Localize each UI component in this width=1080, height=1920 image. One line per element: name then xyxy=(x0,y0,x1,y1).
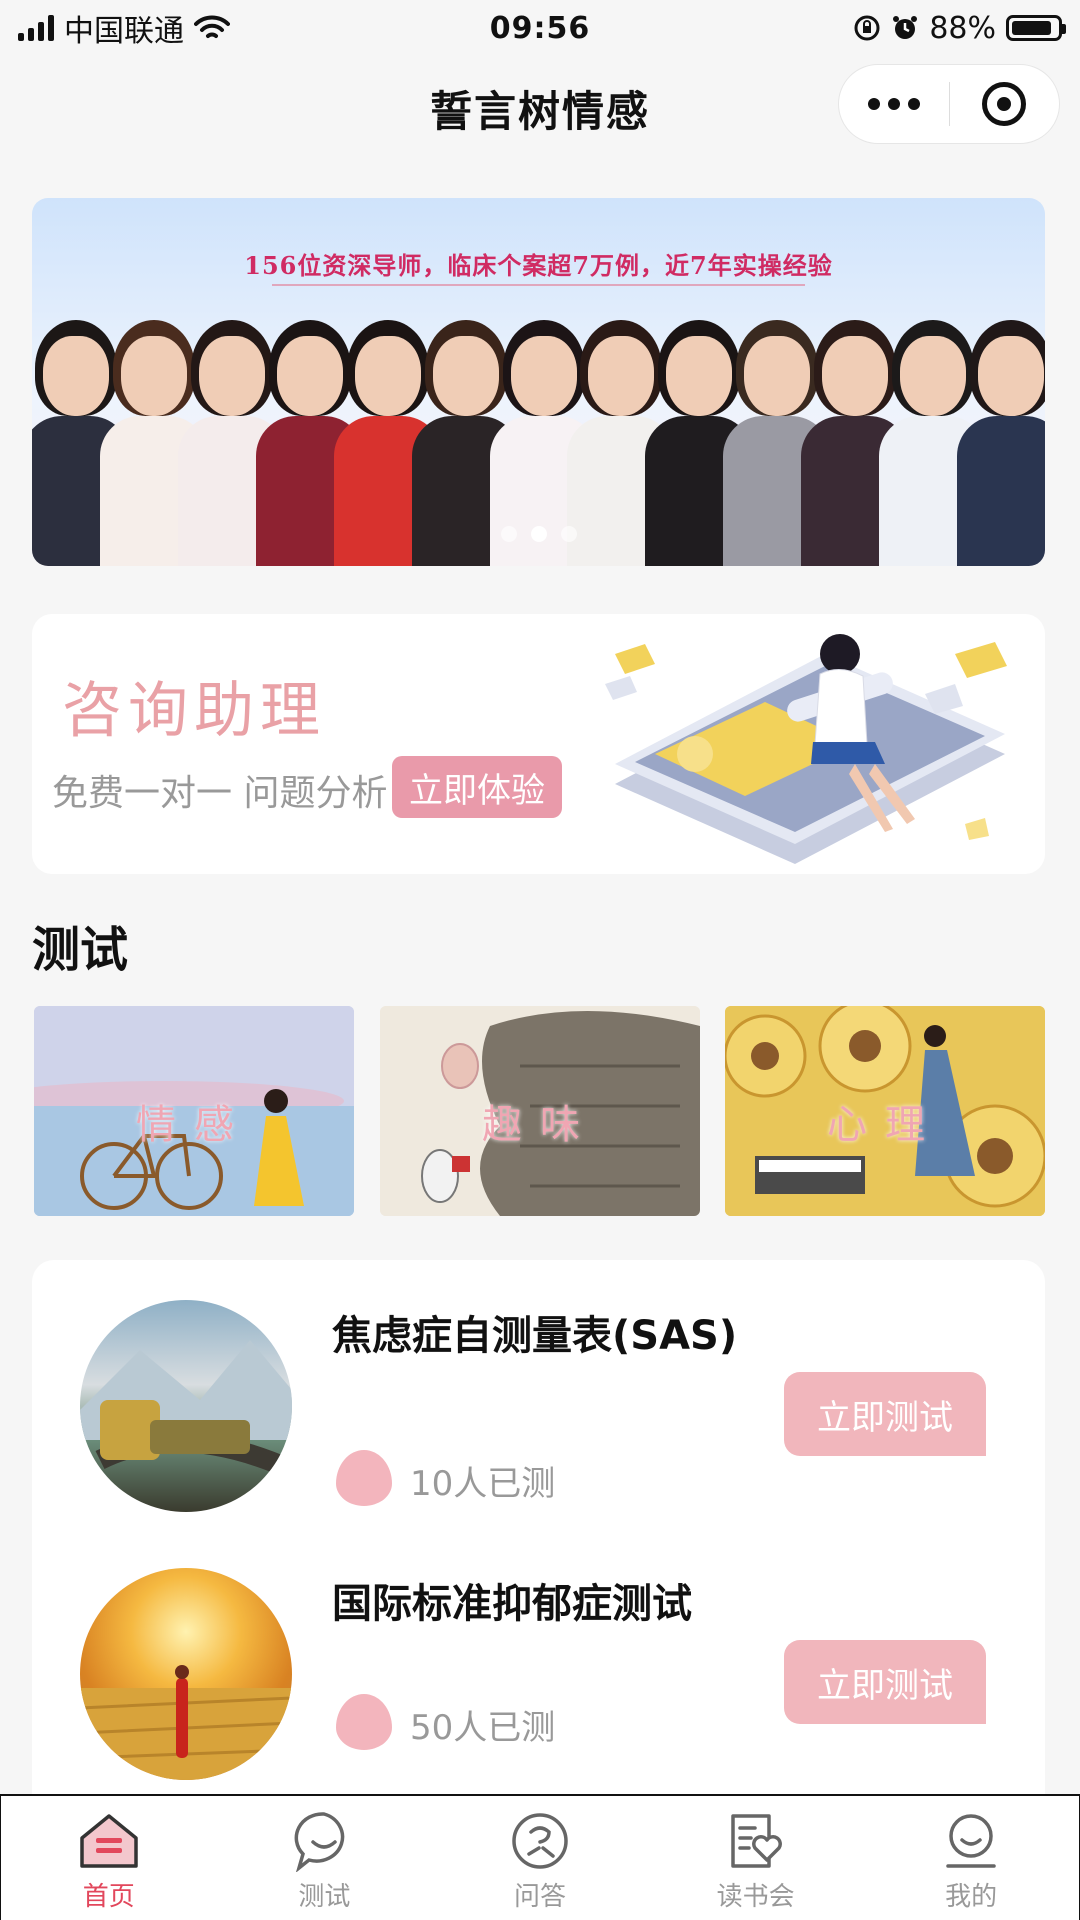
consult-title: 咨询助理 xyxy=(62,676,326,746)
category-tile-fun[interactable]: 趣味 xyxy=(380,1006,700,1216)
consult-assistant-card[interactable]: 咨询助理 免费一对一 问题分析 立即体验 xyxy=(32,614,1045,874)
tab-bookclub[interactable]: 读书会 xyxy=(648,1796,864,1920)
banner-carousel[interactable]: 156位资深导师，临床个案超7万例，近7年实操经验 xyxy=(32,198,1045,566)
carousel-dot[interactable] xyxy=(500,526,517,542)
target-circle-icon xyxy=(982,82,1027,126)
signal-icon xyxy=(18,15,54,41)
consult-illustration xyxy=(605,634,1007,864)
test-count: 10人已测 xyxy=(410,1464,556,1504)
test-count: 50人已测 xyxy=(410,1708,556,1748)
battery-icon xyxy=(1006,15,1066,41)
status-time: 09:56 xyxy=(489,10,591,46)
start-test-button[interactable]: 立即测试 xyxy=(784,1372,986,1456)
category-label: 情感 xyxy=(136,1102,252,1148)
category-tile-psychology[interactable]: 心理 xyxy=(725,1006,1045,1216)
home-icon xyxy=(78,1810,140,1872)
banner-underline xyxy=(272,284,805,286)
tab-mine[interactable]: 我的 xyxy=(863,1796,1079,1920)
more-dots-icon[interactable] xyxy=(839,98,949,110)
carousel-dot[interactable] xyxy=(530,526,547,542)
status-bar: 中国联通 09:56 88% xyxy=(0,0,1080,56)
mini-program-capsule xyxy=(838,64,1060,144)
tab-home[interactable]: 首页 xyxy=(1,1796,217,1920)
tab-label: 首页 xyxy=(82,1882,135,1912)
chat-bubble-icon xyxy=(293,1810,355,1872)
try-now-button[interactable]: 立即体验 xyxy=(392,756,562,818)
battery-fill xyxy=(1012,21,1051,35)
tab-label: 问答 xyxy=(513,1882,566,1912)
status-right: 88% xyxy=(702,10,1066,46)
wifi-icon xyxy=(194,15,230,38)
carousel-indicator[interactable] xyxy=(500,526,577,542)
nav-bar: 誓言树情感 xyxy=(0,56,1080,156)
test-thumbnail xyxy=(80,1300,292,1512)
tab-test[interactable]: 测试 xyxy=(217,1796,433,1920)
test-thumbnail xyxy=(80,1568,292,1780)
battery-percent: 88% xyxy=(929,10,996,46)
category-label: 心理 xyxy=(827,1102,943,1148)
tab-label: 读书会 xyxy=(716,1882,795,1912)
tab-bar: 首页 测试 问答 读书会 我的 xyxy=(0,1794,1080,1920)
fire-icon xyxy=(336,1694,392,1750)
qa-face-icon xyxy=(509,1810,571,1872)
close-button[interactable] xyxy=(950,82,1060,126)
list-item[interactable]: 国际标准抑郁症测试 50人已测 立即测试 xyxy=(32,1568,1045,1820)
category-tile-emotion[interactable]: 情感 xyxy=(34,1006,354,1216)
book-heart-icon xyxy=(725,1810,787,1872)
tab-label: 测试 xyxy=(298,1882,351,1912)
fire-icon xyxy=(336,1450,392,1506)
carrier-label: 中国联通 xyxy=(64,14,184,49)
carousel-dot[interactable] xyxy=(560,526,577,542)
test-title: 焦虑症自测量表(SAS) xyxy=(332,1313,738,1359)
rotation-lock-icon xyxy=(854,15,880,41)
consult-subtitle: 免费一对一 问题分析 xyxy=(52,773,388,814)
status-left: 中国联通 xyxy=(18,6,378,50)
start-test-button[interactable]: 立即测试 xyxy=(784,1640,986,1724)
profile-smile-icon xyxy=(940,1810,1002,1872)
banner-headline: 156位资深导师，临床个案超7万例，近7年实操经验 xyxy=(244,251,833,280)
alarm-icon xyxy=(893,16,918,39)
list-item[interactable]: 焦虑症自测量表(SAS) 10人已测 立即测试 xyxy=(32,1300,1045,1560)
tab-qa[interactable]: 问答 xyxy=(432,1796,648,1920)
test-title: 国际标准抑郁症测试 xyxy=(332,1581,692,1627)
mentor-figure xyxy=(957,296,1045,566)
section-title-tests: 测试 xyxy=(32,922,129,978)
test-list-card: 焦虑症自测量表(SAS) 10人已测 立即测试 国际标准抑郁症测试 50人已测 … xyxy=(32,1260,1045,1820)
tab-label: 我的 xyxy=(945,1882,998,1912)
category-label: 趣味 xyxy=(482,1102,598,1148)
